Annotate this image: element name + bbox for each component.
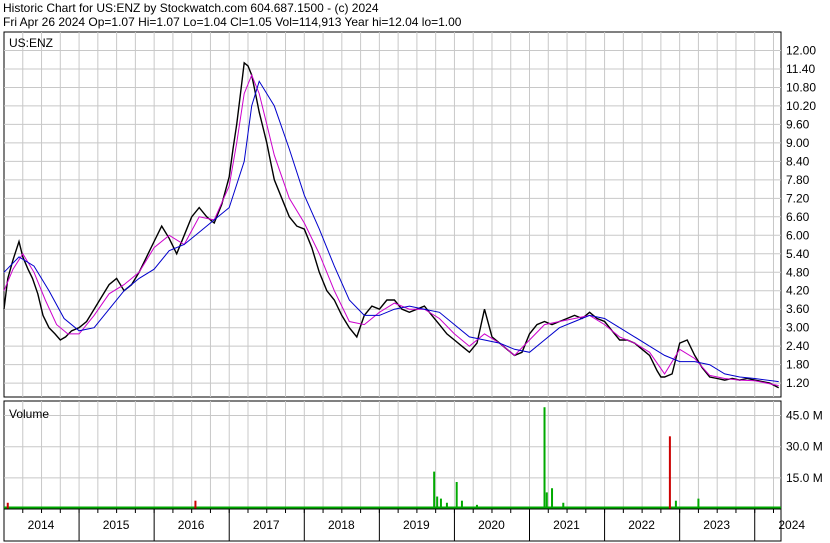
price-tick-label: 3.00 [786,321,810,335]
price-tick-label: 3.60 [786,302,810,316]
price-tick-label: 11.40 [786,62,815,76]
x-tick-label: 2015 [103,518,130,532]
volume-bar [436,496,439,509]
price-tick-label: 1.20 [786,376,810,390]
volume-panel-frame [3,400,782,510]
symbol-label: US:ENZ [9,36,53,50]
volume-bar [668,436,671,509]
price-tick-label: 4.80 [786,265,810,279]
price-tick-label: 12.00 [786,43,816,57]
price-tick-label: 10.80 [786,80,816,94]
volume-y-axis: 45.0 M 30.0 M 15.0 M [786,409,823,485]
price-tick-label: 7.20 [786,191,810,205]
volume-bar [543,407,546,509]
price-tick-label: 2.40 [786,339,810,353]
x-tick-label: 2022 [628,518,655,532]
volume-bar [562,502,565,509]
volume-bar [697,498,700,509]
price-tick-label: 1.80 [786,358,810,372]
price-tick-label: 9.00 [786,136,810,150]
price-tick-label: 7.80 [786,173,810,187]
volume-bar [455,482,458,509]
price-tick-label: 8.40 [786,154,810,168]
price-panel-frame [3,31,782,398]
x-tick-label: 2019 [403,518,430,532]
price-tick-label: 5.40 [786,247,810,261]
price-y-axis: 12.00 11.40 10.80 10.20 9.60 9.00 8.40 7.80 7.20… [786,43,816,390]
x-tick-label: 2014 [28,518,55,532]
x-tick-label: 2024 [778,518,805,532]
price-tick-label: 9.60 [786,117,810,131]
volume-bar [551,488,554,509]
volume-bar [674,500,677,509]
x-tick-label: 2016 [178,518,205,532]
volume-tick-label: 15.0 M [786,471,823,485]
x-tick-label: 2021 [553,518,580,532]
x-tick-label: 2020 [478,518,505,532]
volume-tick-label: 45.0 M [786,409,823,423]
x-tick-label: 2023 [703,518,730,532]
volume-bar [439,498,442,509]
price-tick-label: 6.00 [786,228,810,242]
volume-bar [6,502,9,509]
volume-bar [545,492,548,509]
chart-area: 12.00 11.40 10.80 10.20 9.60 9.00 8.40 7.80 7.20… [3,31,823,542]
volume-bar [433,471,436,509]
volume-label: Volume [9,407,49,421]
volume-tick-label: 30.0 M [786,440,823,454]
volume-bar [194,500,197,509]
volume-bar [460,500,463,509]
volume-bar [475,504,478,509]
price-tick-label: 10.20 [786,99,816,113]
x-tick-label: 2018 [328,518,355,532]
price-tick-label: 6.60 [786,210,810,224]
x-tick-label: 2017 [253,518,280,532]
volume-bar [445,502,448,509]
price-tick-label: 4.20 [786,284,810,298]
